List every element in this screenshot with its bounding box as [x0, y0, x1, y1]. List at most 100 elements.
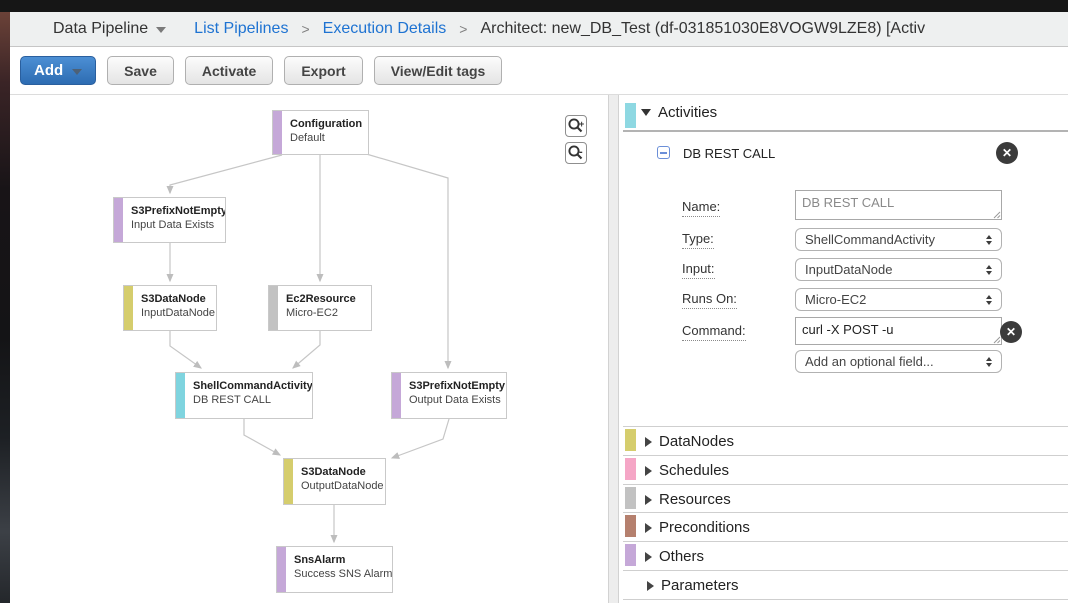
node-name: Default — [290, 132, 360, 144]
section-label: Activities — [658, 104, 717, 121]
runs-on-select[interactable]: Micro-EC2 — [795, 288, 1002, 311]
view-edit-tags-button[interactable]: View/Edit tags — [374, 56, 503, 85]
stepper-arrows-icon — [986, 265, 992, 275]
collapse-item-icon[interactable] — [657, 146, 670, 159]
chevron-right-icon — [645, 437, 652, 447]
activities-color-swatch — [625, 103, 636, 128]
save-button[interactable]: Save — [107, 56, 174, 85]
node-name: Input Data Exists — [131, 219, 217, 231]
node-input-precondition[interactable]: S3PrefixNotEmpty Input Data Exists — [113, 197, 226, 243]
node-sns-alarm[interactable]: SnsAlarm Success SNS Alarm — [276, 546, 393, 593]
chevron-right-icon — [647, 581, 654, 591]
section-datanodes[interactable]: DataNodes — [645, 433, 1068, 450]
resize-grip-icon[interactable] — [993, 336, 1001, 344]
section-activities[interactable]: Activities — [641, 104, 1068, 121]
node-color-stripe — [176, 373, 185, 418]
type-select[interactable]: ShellCommandActivity — [795, 228, 1002, 251]
stepper-arrows-icon — [986, 295, 992, 305]
divider — [623, 484, 1068, 485]
node-type: Configuration — [290, 118, 360, 130]
others-color-swatch — [625, 544, 636, 566]
breadcrumb-link-list-pipelines[interactable]: List Pipelines — [194, 20, 288, 38]
node-ec2-resource[interactable]: Ec2Resource Micro-EC2 — [268, 285, 372, 331]
svg-text:-: - — [579, 146, 583, 158]
chevron-right-icon — [645, 523, 652, 533]
stepper-arrows-icon — [986, 235, 992, 245]
magnifier-plus-icon: + — [567, 117, 585, 135]
add-optional-field-select[interactable]: Add an optional field... — [795, 350, 1002, 373]
node-configuration[interactable]: Configuration Default — [272, 110, 369, 155]
activate-button[interactable]: Activate — [185, 56, 273, 85]
section-label: Parameters — [661, 577, 739, 594]
section-resources[interactable]: Resources — [645, 491, 1068, 508]
input-select[interactable]: InputDataNode — [795, 258, 1002, 281]
node-color-stripe — [273, 111, 282, 154]
export-button[interactable]: Export — [284, 56, 362, 85]
command-label: Command: — [682, 323, 746, 338]
command-textarea[interactable]: curl -X POST -u — [795, 317, 1002, 345]
stepper-arrows-icon — [986, 357, 992, 367]
node-type: SnsAlarm — [294, 554, 384, 566]
service-menu[interactable]: Data Pipeline — [53, 20, 166, 38]
resize-grip-icon[interactable] — [993, 211, 1001, 219]
add-button[interactable]: Add — [20, 56, 96, 85]
add-button-label: Add — [34, 62, 63, 79]
node-type: S3PrefixNotEmpty — [409, 380, 498, 392]
toolbar: Add Save Activate Export View/Edit tags — [10, 47, 1068, 95]
panel-splitter — [608, 95, 619, 603]
app-window: Data Pipeline List Pipelines > Execution… — [10, 12, 1068, 603]
chevron-right-icon — [645, 495, 652, 505]
chevron-down-icon — [72, 69, 82, 75]
section-schedules[interactable]: Schedules — [645, 462, 1068, 479]
chevron-down-icon — [156, 27, 166, 33]
node-name: Output Data Exists — [409, 394, 498, 406]
svg-text:+: + — [579, 119, 584, 129]
section-label: DataNodes — [659, 433, 734, 450]
chevron-right-icon — [645, 466, 652, 476]
divider — [623, 512, 1068, 513]
node-color-stripe — [277, 547, 286, 592]
name-textarea[interactable]: DB REST CALL — [795, 190, 1002, 220]
resources-color-swatch — [625, 487, 636, 509]
runs-on-label: Runs On: — [682, 291, 737, 306]
zoom-in-button[interactable]: + — [565, 115, 587, 137]
chevron-down-icon — [641, 109, 651, 116]
schedules-color-swatch — [625, 458, 636, 480]
section-label: Others — [659, 548, 704, 565]
remove-command-icon[interactable]: ✕ — [1000, 321, 1022, 343]
node-shell-command-activity[interactable]: ShellCommandActivity DB REST CALL — [175, 372, 313, 419]
section-parameters[interactable]: Parameters — [647, 577, 1068, 594]
section-preconditions[interactable]: Preconditions — [645, 519, 1068, 536]
pipeline-canvas[interactable]: Configuration Default S3PrefixNotEmpty I… — [10, 95, 608, 603]
node-name: DB REST CALL — [193, 394, 304, 406]
node-output-precondition[interactable]: S3PrefixNotEmpty Output Data Exists — [391, 372, 507, 419]
divider — [623, 570, 1068, 571]
node-type: S3DataNode — [141, 293, 208, 305]
name-label: Name: — [682, 199, 720, 214]
breadcrumb-link-execution-details[interactable]: Execution Details — [323, 20, 447, 38]
node-type: ShellCommandActivity — [193, 380, 304, 392]
delete-activity-icon[interactable]: ✕ — [996, 142, 1018, 164]
node-name: Success SNS Alarm — [294, 568, 384, 580]
breadcrumb-separator: > — [301, 21, 309, 37]
section-label: Schedules — [659, 462, 729, 479]
node-type: S3DataNode — [301, 466, 377, 478]
node-color-stripe — [269, 286, 278, 330]
datanodes-color-swatch — [625, 429, 636, 451]
main-content: Configuration Default S3PrefixNotEmpty I… — [10, 95, 1068, 603]
node-color-stripe — [284, 459, 293, 504]
node-input-datanode[interactable]: S3DataNode InputDataNode — [123, 285, 217, 331]
divider — [623, 130, 1068, 132]
node-color-stripe — [124, 286, 133, 330]
browser-top-bar — [0, 0, 1068, 12]
node-type: Ec2Resource — [286, 293, 356, 305]
section-others[interactable]: Others — [645, 548, 1068, 565]
activity-item-title: DB REST CALL — [683, 146, 775, 161]
pipeline-edges — [10, 95, 608, 603]
divider — [623, 599, 1068, 600]
zoom-out-button[interactable]: - — [565, 142, 587, 164]
node-name: OutputDataNode — [301, 480, 377, 492]
divider — [623, 455, 1068, 456]
node-output-datanode[interactable]: S3DataNode OutputDataNode — [283, 458, 386, 505]
section-label: Resources — [659, 491, 731, 508]
